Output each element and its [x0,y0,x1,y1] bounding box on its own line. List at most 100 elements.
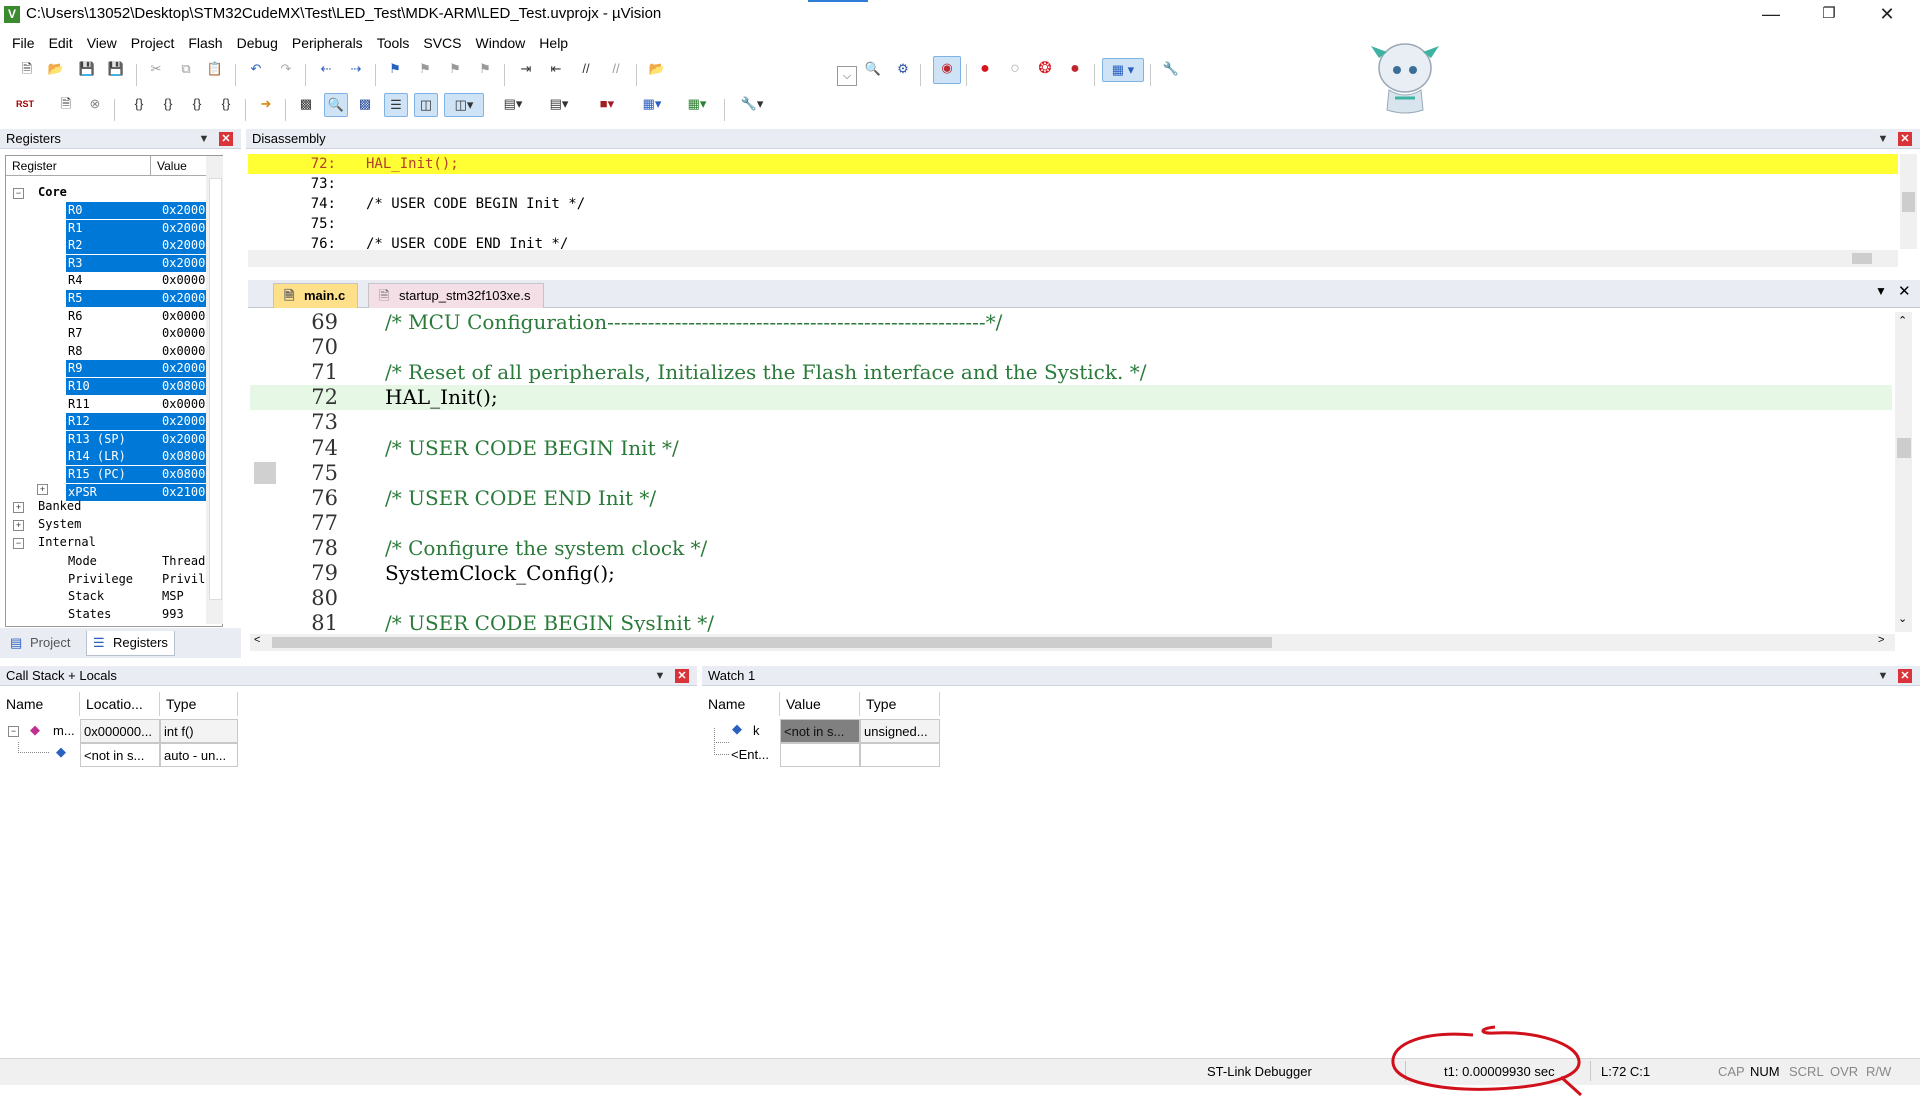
register-row[interactable]: R7 0x000000 [6,325,221,342]
tab-startup-file[interactable]: 🗎 startup_stm32f103xe.s [368,283,544,308]
code-line[interactable]: 77 [250,511,1892,536]
unindent-icon[interactable]: ⇤ [545,58,567,80]
call-stack-row-type[interactable]: int f() [160,719,238,743]
disassembly-hscrollbar[interactable] [248,250,1898,267]
internal-row[interactable]: Mode Thread [6,553,221,570]
disassembly-line[interactable]: 75: [248,214,1898,234]
tab-project[interactable]: ▤ Project [4,631,76,655]
trace-window-icon[interactable]: ▦▾ [633,93,671,115]
find-icon[interactable]: 🔍 [862,58,884,80]
close-pane-icon[interactable]: ✕ [219,132,233,146]
watch-row-type[interactable]: unsigned... [860,719,940,743]
close-tab-icon[interactable]: ✕ [1898,282,1911,300]
code-line[interactable]: 73 [250,410,1892,435]
expand-system-icon[interactable]: + [13,520,24,531]
serial-window-icon[interactable]: ▤▾ [540,93,578,115]
close-window-button[interactable]: ✕ [1859,0,1915,30]
expand-xpsr-icon[interactable]: + [37,484,48,495]
column-type[interactable]: Type [860,692,940,716]
column-type[interactable]: Type [160,692,238,716]
save-all-icon[interactable]: 💾 [105,58,127,80]
incremental-find-icon[interactable]: ⚙ [892,58,914,80]
code-line[interactable]: 80 [250,586,1892,611]
menu-project[interactable]: Project [124,32,182,54]
code-line[interactable]: 81 /* USER CODE BEGIN SysInit */ [250,611,1892,632]
editor-hscrollbar[interactable]: < > [250,634,1895,651]
register-row[interactable]: R3 0x200002 [6,254,221,272]
tab-list-chevron-down-icon[interactable]: ▼ [1875,284,1887,298]
menu-peripherals[interactable]: Peripherals [285,32,370,54]
registers-scrollbar[interactable] [206,156,223,624]
collapse-frame-icon[interactable]: − [8,726,19,737]
scroll-thumb[interactable] [1852,253,1872,264]
column-value[interactable]: Value [151,156,209,176]
enable-breakpoint-icon[interactable]: ○ [1004,58,1026,80]
insert-breakpoint-icon[interactable]: ● [974,58,996,80]
restore-button[interactable]: ❐ [1801,0,1857,30]
register-row[interactable]: R14 (LR) 0x080001 [6,448,221,466]
start-stop-debug-icon[interactable]: ◉ [933,56,961,84]
stop-icon[interactable]: ⊗ [84,93,106,115]
disable-breakpoints-icon[interactable]: ❂ [1034,58,1056,80]
disassembly-line[interactable]: 73: [248,174,1898,194]
register-row[interactable]: R2 0x200002 [6,237,221,255]
kill-breakpoints-icon[interactable]: ● [1064,58,1086,80]
code-line[interactable]: 79 SystemClock_Config(); [250,561,1892,586]
scroll-right-icon[interactable]: > [1878,634,1884,646]
cut-icon[interactable]: ✂ [145,58,167,80]
register-row[interactable]: R15 (PC) 0x08000I [6,466,221,483]
close-pane-icon[interactable]: ✕ [675,669,689,683]
menu-edit[interactable]: Edit [42,32,80,54]
paste-icon[interactable]: 📋 [204,58,226,80]
register-row[interactable]: R1 0x200002 [6,219,221,237]
internal-row[interactable]: Stack MSP [6,588,221,605]
redo-icon[interactable]: ↷ [275,58,297,80]
disassembly-line[interactable]: 74: /* USER CODE BEGIN Init */ [248,194,1898,214]
next-bookmark-icon[interactable]: ⚑ [444,58,466,80]
prev-bookmark-icon[interactable]: ⚑ [414,58,436,80]
close-pane-icon[interactable]: ✕ [1898,132,1912,146]
pin-icon[interactable]: ▼ [1877,132,1889,146]
navigate-forward-icon[interactable]: ⇢ [345,58,367,80]
disassembly-vscrollbar[interactable] [1900,154,1917,249]
clear-bookmarks-icon[interactable]: ⚑ [474,58,496,80]
call-stack-row-name[interactable]: m... [50,719,80,743]
watch-row-name[interactable]: k [750,719,778,743]
internal-row[interactable]: Privilege Privileg [6,571,221,588]
register-row[interactable]: R6 0x000000 [6,308,221,325]
code-line[interactable]: 75 [250,461,1892,486]
menu-window[interactable]: Window [469,32,533,54]
register-row[interactable]: R4 0x000000 [6,272,221,289]
copy-icon[interactable]: ⧉ [175,58,197,80]
symbols-window-icon[interactable]: ▩ [354,93,376,115]
local-row-type[interactable]: auto - un... [160,743,238,767]
pin-icon[interactable]: ▼ [1877,669,1889,683]
code-editor[interactable]: ▷▷ 69/* MCU Configuration---------------… [250,310,1920,632]
find-dropdown-chevron-down-icon[interactable]: ⌵ [837,66,857,86]
step-into-icon[interactable]: {} [128,93,150,115]
watch-enter-expression[interactable]: <Ent... [728,743,780,767]
internal-group-label[interactable]: Internal [38,535,96,549]
scroll-down-icon[interactable]: ⌄ [1898,612,1907,625]
register-row[interactable]: R0 0x200000 [6,202,221,219]
disassembly-window-icon[interactable]: 🔍 [324,93,348,117]
registers-window-icon[interactable]: ☰ [384,93,408,117]
reset-rst-icon[interactable]: RST [14,93,36,115]
step-over-icon[interactable]: {} [157,93,179,115]
register-row[interactable]: R9 0x200001 [6,360,221,378]
menu-view[interactable]: View [80,32,124,54]
show-next-statement-icon[interactable]: ➜ [255,93,277,115]
code-line[interactable]: 78 /* Configure the system clock */ [250,536,1892,561]
column-location[interactable]: Locatio... [80,692,160,716]
scroll-left-icon[interactable]: < [254,634,260,646]
scroll-thumb[interactable] [209,178,222,600]
scroll-thumb[interactable] [1902,192,1915,212]
expand-banked-icon[interactable]: + [13,502,24,513]
code-line[interactable]: 70 [250,335,1892,360]
configure-tools-wrench-icon[interactable]: 🔧 [1160,58,1182,80]
menu-svcs[interactable]: SVCS [416,32,468,54]
scroll-thumb[interactable] [272,637,1272,648]
menu-debug[interactable]: Debug [230,32,285,54]
register-row[interactable]: R12 0x200000 [6,413,221,431]
new-file-icon[interactable]: 🗎 [16,58,38,80]
